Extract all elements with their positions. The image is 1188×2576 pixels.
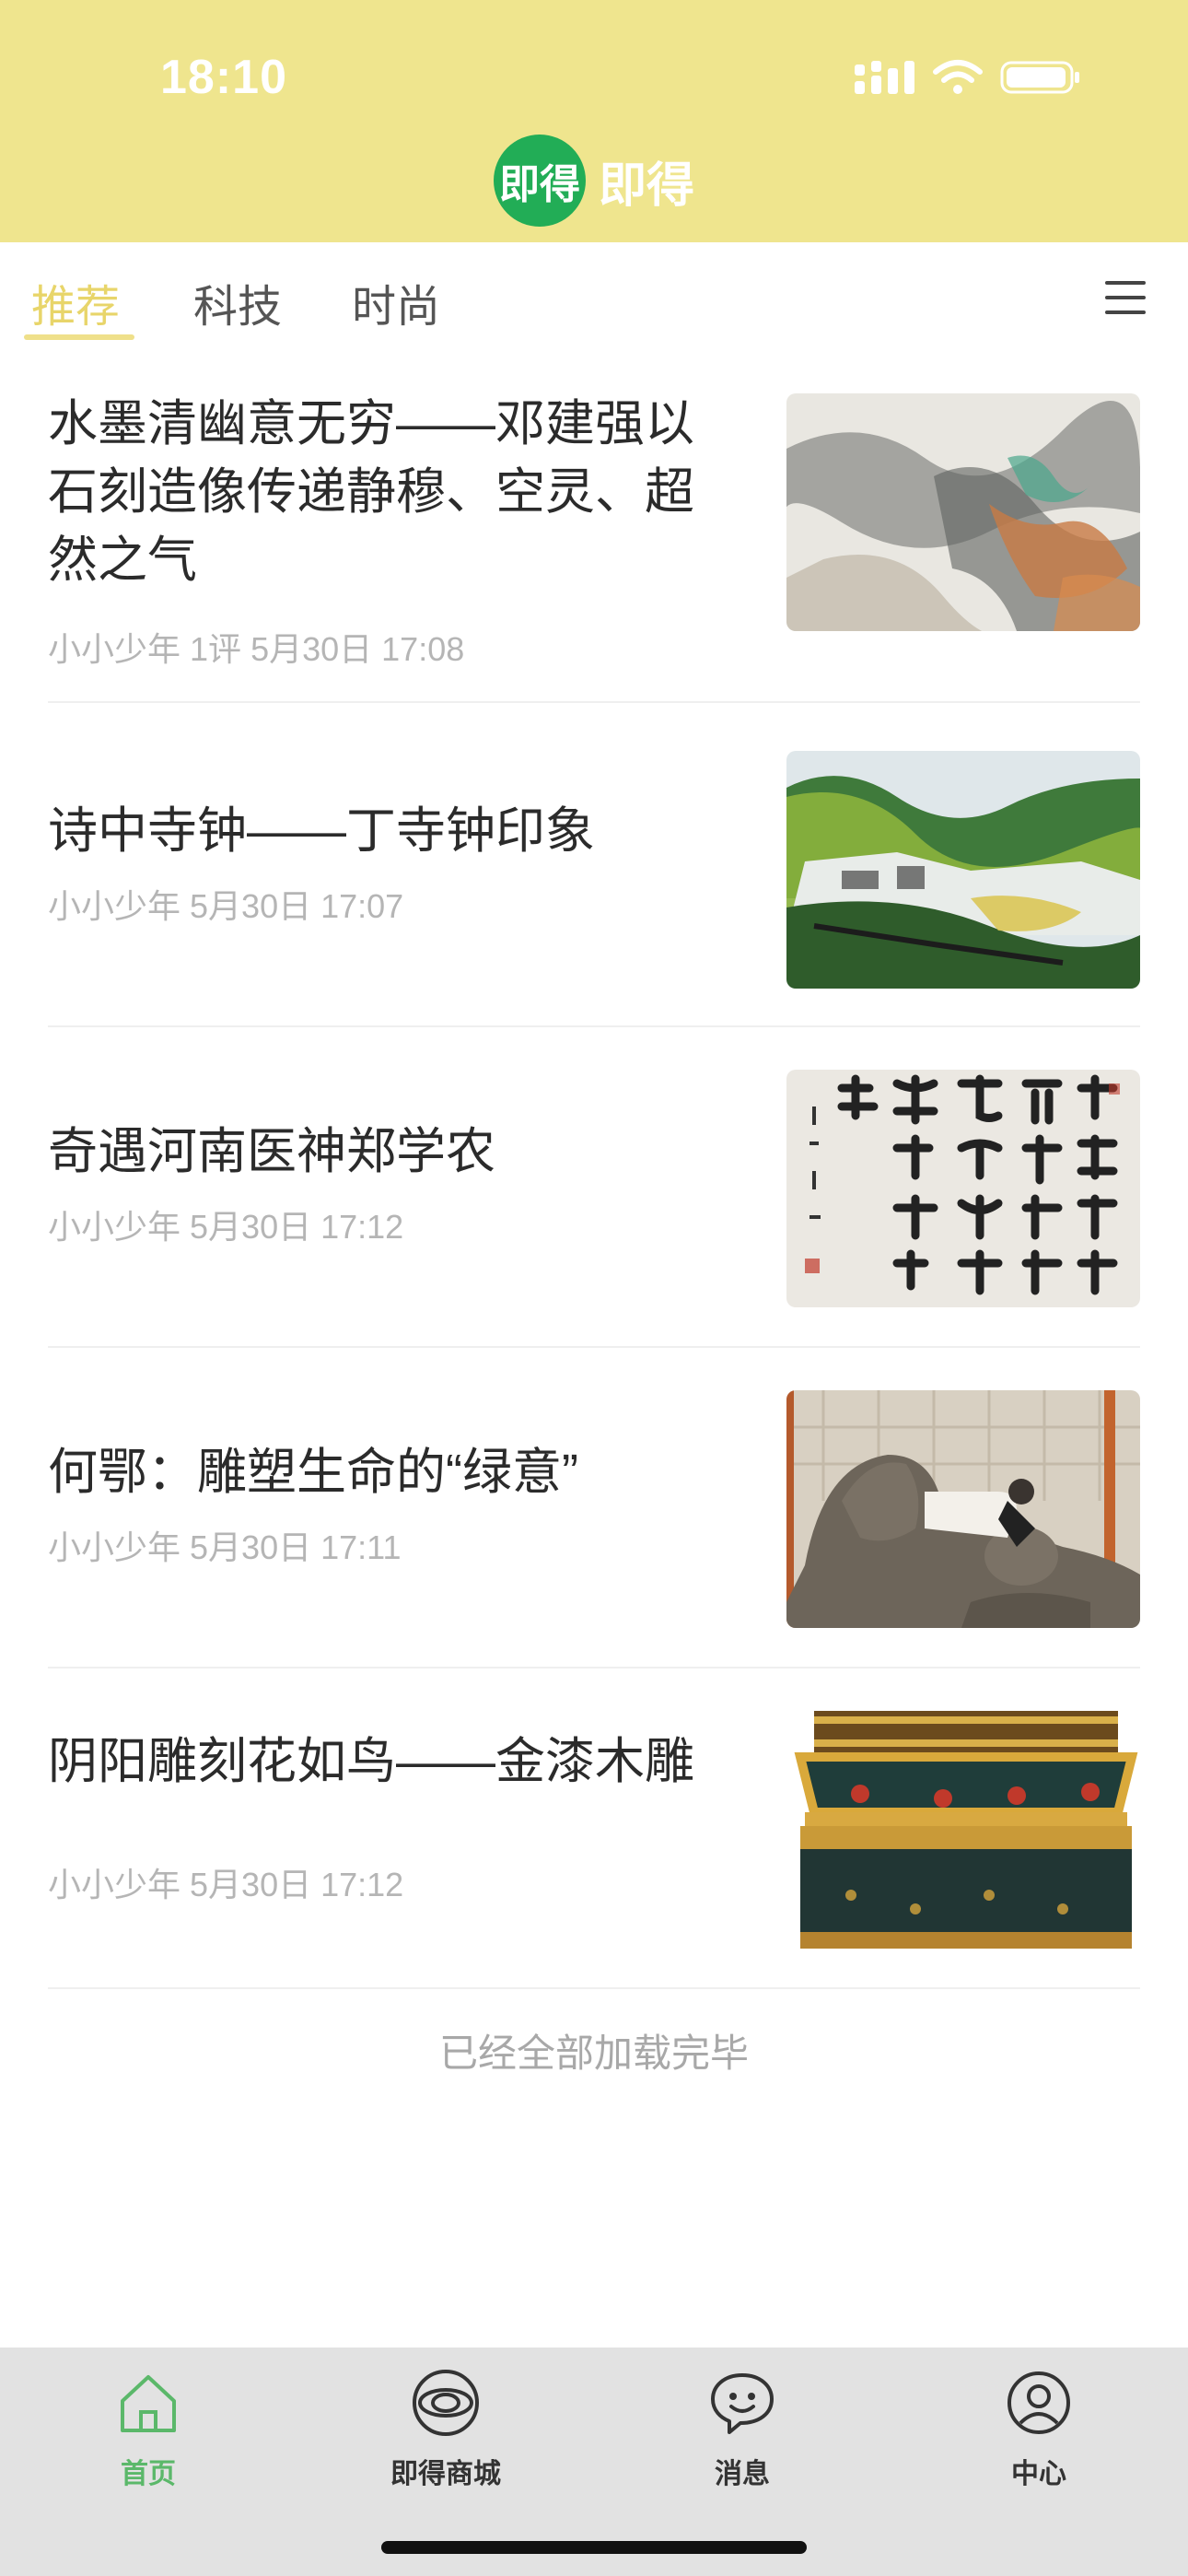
article-author: 小小少年 xyxy=(48,630,181,668)
nav-profile-label: 中心 xyxy=(1011,2459,1066,2489)
signal-icon xyxy=(855,61,914,94)
article-title[interactable]: 何鄂：雕塑生命的“绿意” xyxy=(48,1438,711,1506)
article-date: 5月30日 17:08 xyxy=(250,630,465,668)
nav-messages-label: 消息 xyxy=(715,2459,770,2489)
article-date: 5月30日 17:07 xyxy=(190,887,404,925)
profile-icon xyxy=(1007,2371,1070,2434)
tab-tech[interactable]: 科技 xyxy=(193,270,282,334)
article-title[interactable]: 奇遇河南医神郑学农 xyxy=(48,1118,711,1186)
nav-profile[interactable]: 中心 xyxy=(928,2366,1149,2491)
brand-logo: 即得 xyxy=(493,135,586,227)
message-icon xyxy=(711,2373,774,2434)
article-item[interactable]: 何鄂：雕塑生命的“绿意” 小小少年 5月30日 17:11 xyxy=(48,1346,1140,1669)
feed-end-message: 已经全部加载完毕 xyxy=(438,2032,749,2075)
sculpture-image[interactable] xyxy=(786,1390,1140,1628)
gold-lacquer-carving-image[interactable] xyxy=(786,1711,1140,1949)
nav-home-label: 首页 xyxy=(121,2459,176,2489)
tab-fashion[interactable]: 时尚 xyxy=(352,270,440,334)
article-comments: 1评 xyxy=(190,630,242,668)
nav-messages[interactable]: 消息 xyxy=(632,2366,853,2491)
article-meta: 小小少年 5月30日 17:12 xyxy=(48,1858,403,1906)
ink-landscape-image[interactable] xyxy=(786,393,1140,631)
app-header: 18:10 即得 即得 xyxy=(0,0,1188,242)
nav-store[interactable]: 即得商城 xyxy=(335,2366,556,2491)
article-title[interactable]: 阴阳雕刻花如鸟——金漆木雕 xyxy=(48,1727,711,1796)
menu-icon[interactable] xyxy=(1105,279,1146,316)
article-date: 5月30日 17:12 xyxy=(190,1866,404,1903)
watercolor-landscape-image[interactable] xyxy=(786,751,1140,989)
category-tabs: 推荐 科技 时尚 xyxy=(0,242,1188,353)
calligraphy-image[interactable] xyxy=(786,1070,1140,1307)
wifi-icon xyxy=(933,60,983,94)
article-author: 小小少年 xyxy=(48,1528,181,1566)
nav-store-label: 即得商城 xyxy=(390,2459,501,2489)
article-meta: 小小少年 5月30日 17:11 xyxy=(48,1521,402,1569)
store-icon xyxy=(413,2370,479,2436)
article-item[interactable]: 阴阳雕刻花如鸟——金漆木雕 小小少年 5月30日 17:12 xyxy=(48,1667,1140,1989)
article-title[interactable]: 水墨清幽意无穷——邓建强以石刻造像传递静穆、空灵、超然之气 xyxy=(48,390,711,594)
article-date: 5月30日 17:12 xyxy=(190,1208,404,1246)
home-icon xyxy=(121,2375,176,2432)
brand-name: 即得 xyxy=(598,158,694,213)
status-icons xyxy=(855,59,1081,96)
active-tab-underline xyxy=(24,334,134,340)
status-time: 18:10 xyxy=(160,51,287,104)
article-author: 小小少年 xyxy=(48,1208,181,1246)
article-meta: 小小少年 5月30日 17:12 xyxy=(48,1200,403,1248)
article-item[interactable]: 奇遇河南医神郑学农 小小少年 5月30日 17:12 xyxy=(48,1025,1140,1348)
nav-home[interactable]: 首页 xyxy=(38,2366,259,2491)
article-date: 5月30日 17:11 xyxy=(190,1528,402,1566)
article-author: 小小少年 xyxy=(48,1866,181,1903)
battery-icon xyxy=(1000,61,1079,94)
article-title[interactable]: 诗中寺钟——丁寺钟印象 xyxy=(48,797,711,865)
article-item[interactable]: 诗中寺钟——丁寺钟印象 小小少年 5月30日 17:07 xyxy=(48,705,1140,1027)
tab-recommend[interactable]: 推荐 xyxy=(31,270,120,334)
article-author: 小小少年 xyxy=(48,887,181,925)
home-indicator xyxy=(381,2541,807,2554)
article-item[interactable]: 水墨清幽意无穷——邓建强以石刻造像传递静穆、空灵、超然之气 小小少年 1评 5月… xyxy=(48,371,1140,703)
article-meta: 小小少年 1评 5月30日 17:08 xyxy=(48,623,464,671)
article-meta: 小小少年 5月30日 17:07 xyxy=(48,880,403,928)
brand: 即得 即得 xyxy=(0,135,1188,227)
